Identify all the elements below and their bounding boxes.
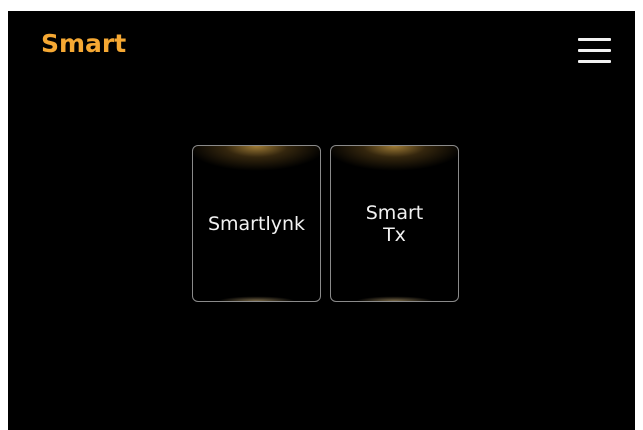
- tile-label: Smart Tx: [365, 201, 424, 246]
- menu-icon-bar-top: [578, 38, 611, 41]
- menu-button[interactable]: [578, 36, 612, 64]
- menu-icon-bar-bottom: [578, 60, 611, 63]
- tile-label: Smartlynk: [207, 212, 306, 235]
- menu-icon-bar-middle: [578, 49, 611, 52]
- tile-smartlynk[interactable]: Smartlynk: [192, 145, 321, 302]
- tile-smart-tx[interactable]: Smart Tx: [330, 145, 459, 302]
- page-title: Smart: [41, 29, 127, 58]
- app-screen: Smart Smartlynk Smart Tx: [8, 11, 635, 430]
